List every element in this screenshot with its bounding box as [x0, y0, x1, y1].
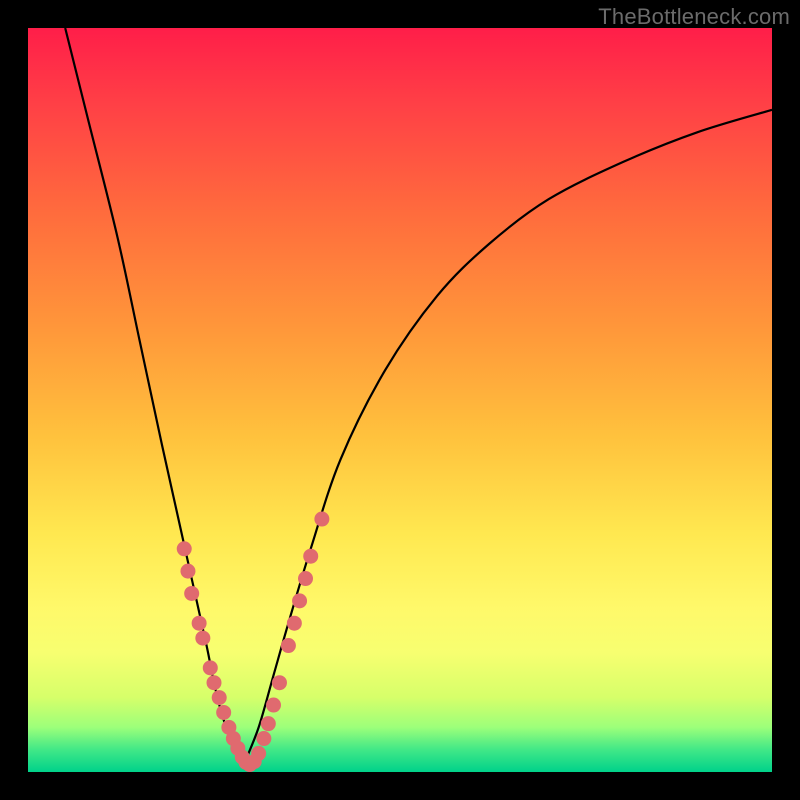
marker-point [212, 690, 227, 705]
marker-point [184, 586, 199, 601]
marker-point [303, 549, 318, 564]
highlight-markers [177, 512, 330, 773]
marker-point [314, 512, 329, 527]
marker-point [281, 638, 296, 653]
marker-point [292, 593, 307, 608]
marker-point [203, 660, 218, 675]
marker-point [261, 716, 276, 731]
marker-point [256, 731, 271, 746]
marker-point [287, 616, 302, 631]
marker-point [298, 571, 313, 586]
right-branch-curve [244, 110, 772, 765]
marker-point [266, 698, 281, 713]
watermark-text: TheBottleneck.com [598, 4, 790, 30]
left-branch-curve [65, 28, 244, 765]
marker-point [272, 675, 287, 690]
chart-frame: TheBottleneck.com [0, 0, 800, 800]
marker-point [216, 705, 231, 720]
marker-point [251, 746, 266, 761]
plot-area [28, 28, 772, 772]
marker-point [177, 541, 192, 556]
marker-point [180, 564, 195, 579]
marker-point [207, 675, 222, 690]
marker-point [195, 631, 210, 646]
marker-point [192, 616, 207, 631]
curve-svg [28, 28, 772, 772]
